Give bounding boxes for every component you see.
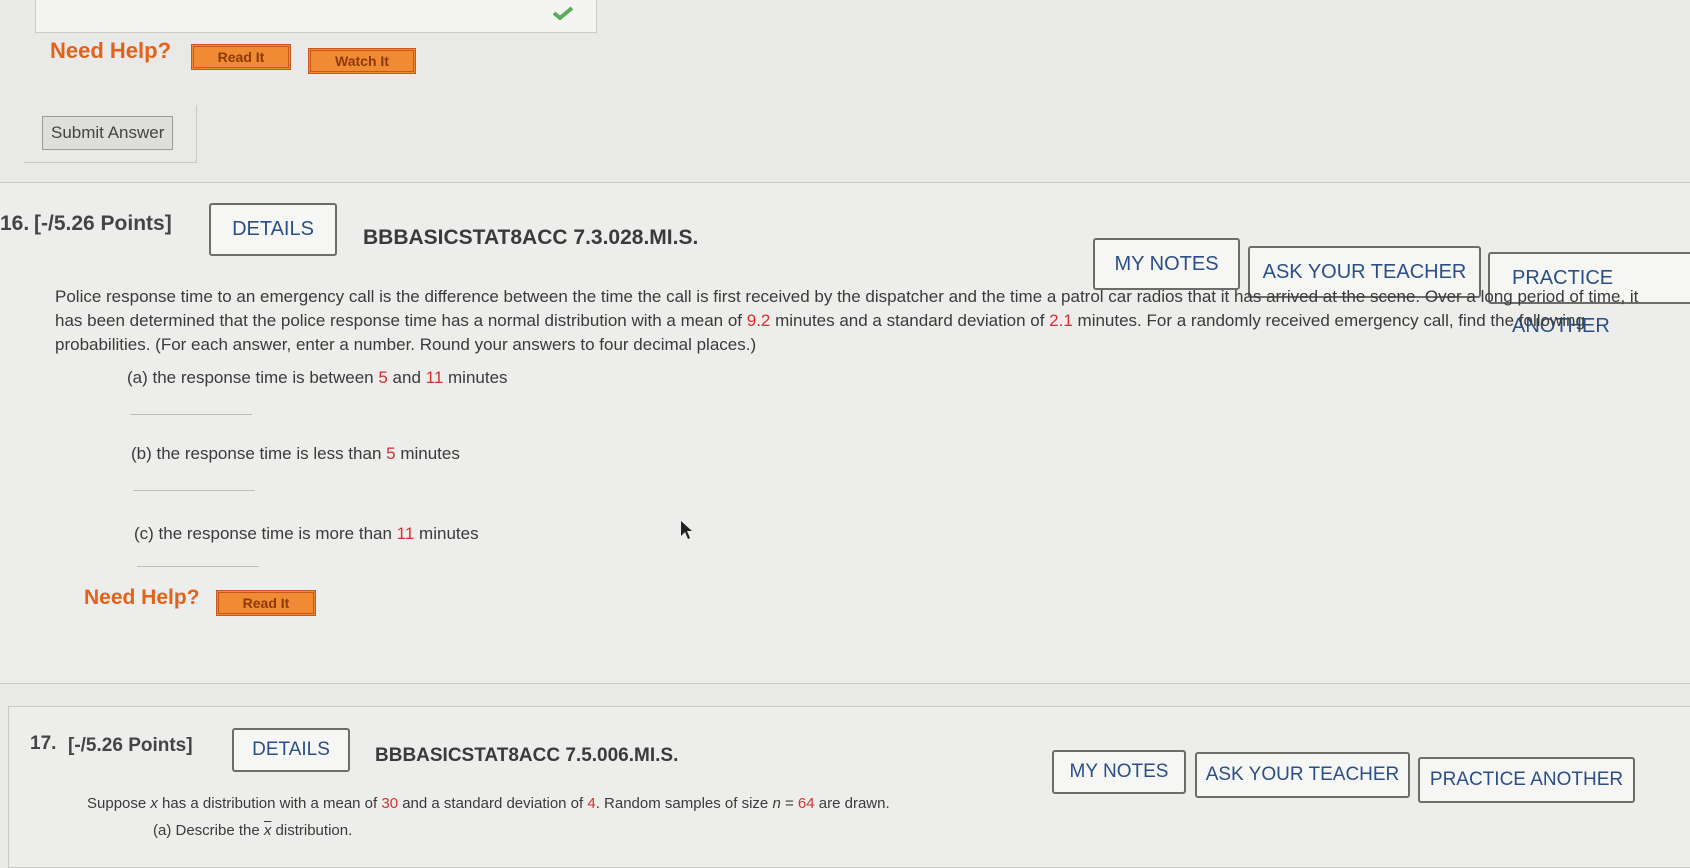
question-points: [-/5.26 Points] bbox=[34, 212, 172, 235]
variable-n: n bbox=[772, 795, 781, 812]
question-text-part: . Random samples of size bbox=[595, 795, 773, 812]
check-icon bbox=[552, 6, 574, 20]
cursor-icon bbox=[681, 521, 692, 539]
part-text: distribution. bbox=[271, 822, 353, 839]
part-a-low: 5 bbox=[378, 368, 388, 387]
my-notes-button[interactable]: MY NOTES bbox=[1093, 238, 1240, 290]
sd-value: 4 bbox=[587, 795, 596, 812]
part-text: (a) the response time is between bbox=[127, 368, 379, 387]
part-c-answer-input[interactable] bbox=[137, 566, 259, 567]
sd-value: 2.1 bbox=[1049, 311, 1073, 330]
question-text-part: = bbox=[780, 795, 798, 812]
question-text-part: Suppose bbox=[87, 795, 151, 812]
submit-answer-button[interactable]: Submit Answer bbox=[42, 116, 174, 150]
part-c-value: 11 bbox=[396, 524, 415, 543]
part-text: minutes bbox=[414, 524, 479, 543]
part-b-answer-input[interactable] bbox=[133, 490, 255, 491]
question-text-part: has a distribution with a mean of bbox=[157, 795, 382, 812]
question-number: 17. bbox=[30, 733, 57, 754]
question-number: 16. bbox=[0, 212, 30, 235]
previous-answer-box bbox=[35, 0, 597, 33]
read-it-button[interactable]: Read It bbox=[191, 44, 291, 70]
part-b-prompt: (b) the response time is less than 5 min… bbox=[131, 444, 460, 464]
question-text-part: are drawn. bbox=[814, 795, 890, 812]
mean-value: 9.2 bbox=[746, 311, 771, 330]
ask-your-teacher-button[interactable]: ASK YOUR TEACHER bbox=[1195, 752, 1410, 798]
question-points: [-/5.26 Points] bbox=[68, 735, 193, 756]
part-b-value: 5 bbox=[386, 444, 396, 463]
question-17-text: Suppose x has a distribution with a mean… bbox=[87, 792, 890, 816]
question-code: BBBASICSTAT8ACC 7.5.006.MI.S. bbox=[375, 745, 679, 766]
part-a-answer-input[interactable] bbox=[130, 414, 252, 415]
part-a-prompt: (a) the response time is between 5 and 1… bbox=[127, 368, 508, 388]
part-text: minutes bbox=[395, 444, 460, 463]
sample-size-value: 64 bbox=[797, 795, 815, 812]
part-text: minutes bbox=[443, 368, 508, 387]
question-16-text: Police response time to an emergency cal… bbox=[55, 285, 1655, 357]
question-text-part: and a standard deviation of bbox=[398, 795, 588, 812]
read-it-button[interactable]: Read It bbox=[216, 590, 316, 616]
part-text: (c) the response time is more than bbox=[134, 524, 397, 543]
part-text: and bbox=[387, 368, 426, 387]
need-help-label: Need Help? bbox=[50, 38, 172, 63]
part-c-prompt: (c) the response time is more than 11 mi… bbox=[134, 524, 479, 544]
part-a-high: 11 bbox=[425, 368, 444, 387]
part-text: (a) Describe the bbox=[153, 822, 264, 839]
part-a-prompt: (a) Describe the x distribution. bbox=[153, 822, 352, 839]
part-text: (b) the response time is less than bbox=[131, 444, 387, 463]
practice-another-button[interactable]: PRACTICE ANOTHER bbox=[1418, 757, 1635, 803]
need-help-label: Need Help? bbox=[84, 586, 200, 609]
details-button[interactable]: DETAILS bbox=[209, 203, 337, 256]
my-notes-button[interactable]: MY NOTES bbox=[1052, 750, 1186, 794]
question-code: BBBASICSTAT8ACC 7.3.028.MI.S. bbox=[363, 226, 699, 249]
variable-x: x bbox=[150, 795, 158, 812]
watch-it-button[interactable]: Watch It bbox=[308, 48, 416, 74]
question-text-part: minutes and a standard deviation of bbox=[770, 311, 1050, 330]
details-button[interactable]: DETAILS bbox=[232, 728, 350, 772]
mean-value: 30 bbox=[381, 795, 399, 812]
